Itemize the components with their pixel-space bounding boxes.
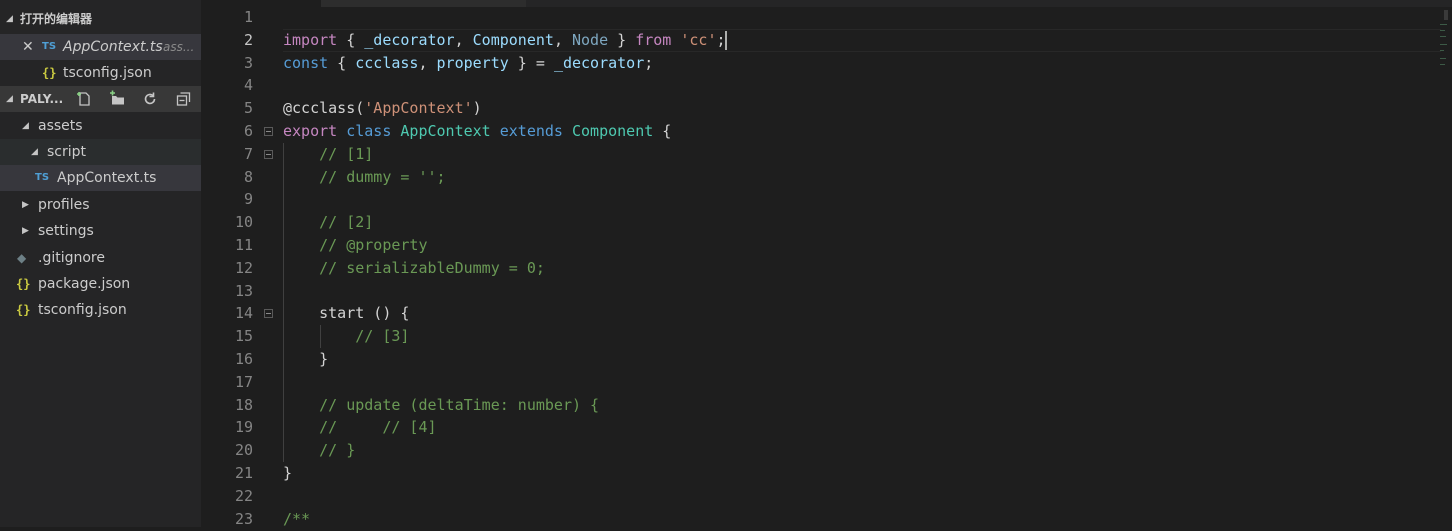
open-editors-header[interactable]: ◢ 打开的编辑器 bbox=[0, 7, 201, 31]
line-number: 18 bbox=[234, 396, 253, 414]
tree-file-appcontext[interactable]: TS AppContext.ts bbox=[0, 165, 201, 191]
tree-item-label: .gitignore bbox=[38, 250, 105, 266]
minimap-line bbox=[1440, 64, 1445, 65]
tree-file-gitignore[interactable]: ◆ .gitignore bbox=[0, 245, 201, 271]
tree-folder-settings[interactable]: ▶ settings bbox=[0, 218, 201, 244]
line-number: 23 bbox=[234, 510, 253, 528]
line-number: 4 bbox=[243, 76, 253, 94]
minimap-line bbox=[1440, 24, 1447, 25]
code-line-8: // dummy = ''; bbox=[283, 168, 446, 186]
text-cursor bbox=[724, 31, 727, 50]
open-editors-title: 打开的编辑器 bbox=[20, 12, 93, 26]
tree-item-label: settings bbox=[38, 223, 94, 239]
open-editor-appcontext[interactable]: ✕ TS AppContext.ts ass... bbox=[0, 34, 201, 60]
code-line-11: // @property bbox=[283, 236, 428, 254]
collapse-all-icon[interactable] bbox=[175, 90, 193, 108]
code-line-14: start () { bbox=[283, 304, 410, 322]
line-number: 13 bbox=[234, 282, 253, 300]
open-editor-tsconfig[interactable]: {} tsconfig.json bbox=[0, 60, 201, 86]
line-number: 9 bbox=[243, 190, 253, 208]
line-number: 5 bbox=[243, 99, 253, 117]
code-editor[interactable]: 1 2 3 4 5 6 7 8 9 10 11 12 13 14 15 16 1… bbox=[201, 0, 1452, 528]
line-number: 1 bbox=[243, 8, 253, 26]
tab-strip bbox=[321, 0, 1452, 7]
line-number: 10 bbox=[234, 213, 253, 231]
tree-item-label: tsconfig.json bbox=[38, 302, 127, 318]
line-number: 15 bbox=[234, 327, 253, 345]
line-number: 7 bbox=[243, 145, 253, 163]
minimap-line bbox=[1440, 36, 1446, 37]
tree-folder-profiles[interactable]: ▶ profiles bbox=[0, 192, 201, 218]
json-file-icon: {} bbox=[16, 277, 31, 291]
code-line-10: // [2] bbox=[283, 213, 374, 231]
tree-item-label: package.json bbox=[38, 276, 131, 292]
minimap-line bbox=[1440, 44, 1447, 45]
tree-item-label: assets bbox=[38, 118, 83, 134]
code-line-19: // // [4] bbox=[283, 418, 437, 436]
close-icon[interactable]: ✕ bbox=[22, 34, 34, 60]
chevron-down-icon: ◢ bbox=[6, 14, 13, 24]
json-file-icon: {} bbox=[42, 66, 57, 80]
minimap-line bbox=[1440, 30, 1445, 31]
chevron-down-icon: ◢ bbox=[6, 94, 13, 104]
line-number: 19 bbox=[234, 418, 253, 436]
tree-item-label: profiles bbox=[38, 197, 90, 213]
line-number: 3 bbox=[243, 54, 253, 72]
minimap-slider[interactable] bbox=[1444, 10, 1448, 20]
tree-file-package-json[interactable]: {} package.json bbox=[0, 271, 201, 297]
code-line-20: // } bbox=[283, 441, 356, 459]
tree-item-label: script bbox=[47, 144, 87, 160]
code-line-6: export class AppContext extends Componen… bbox=[283, 122, 672, 140]
fold-toggle-icon[interactable] bbox=[264, 127, 273, 136]
code-line-7: // [1] bbox=[283, 145, 374, 163]
tree-folder-script[interactable]: ◢ script bbox=[0, 139, 201, 165]
code-line-15: // [3] bbox=[283, 327, 410, 345]
code-line-12: // serializableDummy = 0; bbox=[283, 259, 545, 277]
line-number: 2 bbox=[243, 31, 253, 49]
code-line-2: import { _decorator, Component, Node } f… bbox=[283, 31, 727, 50]
json-file-icon: {} bbox=[16, 303, 31, 317]
chevron-right-icon: ▶ bbox=[22, 200, 29, 210]
chevron-down-icon: ◢ bbox=[22, 121, 29, 131]
minimap-line bbox=[1440, 58, 1446, 59]
open-editor-filename: AppContext.ts bbox=[63, 39, 163, 55]
line-number: 14 bbox=[234, 304, 253, 322]
line-number: 11 bbox=[234, 236, 253, 254]
line-number: 20 bbox=[234, 441, 253, 459]
code-line-3: const { ccclass, property } = _decorator… bbox=[283, 54, 654, 72]
code-line-23: /** bbox=[283, 510, 311, 528]
refresh-icon[interactable] bbox=[141, 90, 159, 108]
project-header[interactable]: ◢ PALY... bbox=[0, 86, 201, 112]
minimap[interactable] bbox=[1440, 10, 1448, 70]
typescript-file-icon: TS bbox=[35, 172, 50, 183]
explorer-sidebar: ◢ 打开的编辑器 ✕ TS AppContext.ts ass... {} ts… bbox=[0, 0, 201, 527]
tab-area bbox=[321, 0, 526, 7]
line-number: 21 bbox=[234, 464, 253, 482]
code-line-21: } bbox=[283, 464, 293, 482]
line-number: 17 bbox=[234, 373, 253, 391]
new-file-icon[interactable] bbox=[75, 90, 93, 108]
line-number: 22 bbox=[234, 487, 253, 505]
new-folder-icon[interactable] bbox=[109, 90, 127, 108]
open-editor-filename: tsconfig.json bbox=[63, 65, 152, 81]
git-icon: ◆ bbox=[17, 251, 27, 265]
tree-file-tsconfig-json[interactable]: {} tsconfig.json bbox=[0, 297, 201, 323]
minimap-line bbox=[1440, 50, 1444, 51]
tree-folder-assets[interactable]: ◢ assets bbox=[0, 113, 201, 139]
code-line-16: } bbox=[283, 350, 329, 368]
chevron-right-icon: ▶ bbox=[22, 226, 29, 236]
line-number: 8 bbox=[243, 168, 253, 186]
line-number: 16 bbox=[234, 350, 253, 368]
chevron-down-icon: ◢ bbox=[31, 147, 38, 157]
code-line-18: // update (deltaTime: number) { bbox=[283, 396, 600, 414]
fold-toggle-icon[interactable] bbox=[264, 309, 273, 318]
code-line-5: @ccclass('AppContext') bbox=[283, 99, 482, 117]
open-editor-path: ass... bbox=[163, 40, 195, 54]
typescript-file-icon: TS bbox=[42, 41, 57, 52]
line-number: 6 bbox=[243, 122, 253, 140]
line-number: 12 bbox=[234, 259, 253, 277]
project-title: PALY... bbox=[20, 92, 64, 106]
fold-toggle-icon[interactable] bbox=[264, 150, 273, 159]
tree-item-label: AppContext.ts bbox=[57, 170, 157, 186]
